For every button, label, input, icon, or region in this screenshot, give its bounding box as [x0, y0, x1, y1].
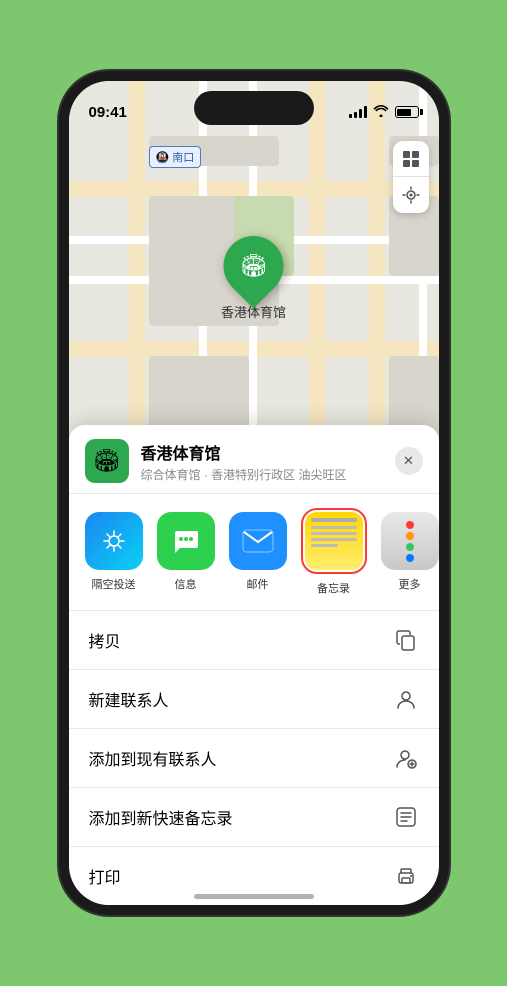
wifi-icon: [373, 105, 389, 120]
add-contact-label: 添加到现有联系人: [89, 746, 217, 770]
mail-icon: [229, 512, 287, 570]
mail-label: 邮件: [247, 576, 269, 592]
share-row: 隔空投送 信息: [69, 494, 439, 611]
location-pin: 🏟 香港体育馆: [221, 236, 286, 321]
new-contact-label: 新建联系人: [89, 687, 169, 711]
new-contact-icon: [393, 686, 419, 712]
bottom-sheet: 🏟 香港体育馆 综合体育馆 · 香港特别行政区 油尖旺区 ✕: [69, 425, 439, 905]
venue-icon: 🏟: [85, 439, 129, 483]
venue-desc: 综合体育馆 · 香港特别行政区 油尖旺区: [141, 466, 383, 483]
share-notes[interactable]: 备忘录: [301, 508, 367, 596]
location-button[interactable]: [393, 177, 429, 213]
messages-icon: [157, 512, 215, 570]
location-chip: 🚇 南口: [149, 146, 202, 168]
close-button[interactable]: ✕: [395, 447, 423, 475]
location-chip-icon: 🚇: [156, 152, 173, 164]
venue-pin-icon: 🏟: [240, 253, 268, 279]
phone-frame: 09:41: [59, 71, 449, 915]
copy-label: 拷贝: [89, 628, 121, 652]
sheet-header: 🏟 香港体育馆 综合体育馆 · 香港特别行政区 油尖旺区 ✕: [69, 425, 439, 494]
copy-icon: [393, 627, 419, 653]
map-controls: [393, 141, 429, 213]
action-new-contact[interactable]: 新建联系人: [69, 670, 439, 729]
status-icons: [349, 105, 419, 120]
share-airdrop[interactable]: 隔空投送: [85, 512, 143, 592]
battery-icon: [395, 106, 419, 118]
share-more[interactable]: 更多: [381, 512, 439, 592]
map-view-button[interactable]: [393, 141, 429, 177]
action-quick-note[interactable]: 添加到新快速备忘录: [69, 788, 439, 847]
notes-label: 备忘录: [317, 580, 350, 596]
close-icon: ✕: [403, 453, 414, 469]
more-icon: [381, 512, 439, 570]
notes-app-icon: [305, 512, 363, 570]
phone-screen: 09:41: [69, 81, 439, 905]
action-copy[interactable]: 拷贝: [69, 611, 439, 670]
action-list: 拷贝 新建联系人: [69, 611, 439, 905]
quick-note-icon: [393, 804, 419, 830]
add-contact-icon: [393, 745, 419, 771]
share-mail[interactable]: 邮件: [229, 512, 287, 592]
location-chip-label: 南口: [172, 152, 194, 164]
airdrop-icon: [85, 512, 143, 570]
more-label: 更多: [399, 576, 421, 592]
venue-name: 香港体育馆: [141, 440, 383, 464]
print-icon: [393, 863, 419, 889]
messages-label: 信息: [175, 576, 197, 592]
status-time: 09:41: [89, 104, 127, 121]
pin-marker: 🏟: [211, 224, 296, 309]
quick-note-label: 添加到新快速备忘录: [89, 805, 233, 829]
pin-inner: 🏟: [230, 243, 276, 289]
venue-info: 香港体育馆 综合体育馆 · 香港特别行政区 油尖旺区: [141, 440, 383, 483]
airdrop-label: 隔空投送: [92, 576, 136, 592]
dynamic-island: [194, 91, 314, 125]
home-indicator: [194, 894, 314, 899]
signal-icon: [349, 106, 367, 118]
share-messages[interactable]: 信息: [157, 512, 215, 592]
action-add-contact[interactable]: 添加到现有联系人: [69, 729, 439, 788]
print-label: 打印: [89, 864, 121, 888]
